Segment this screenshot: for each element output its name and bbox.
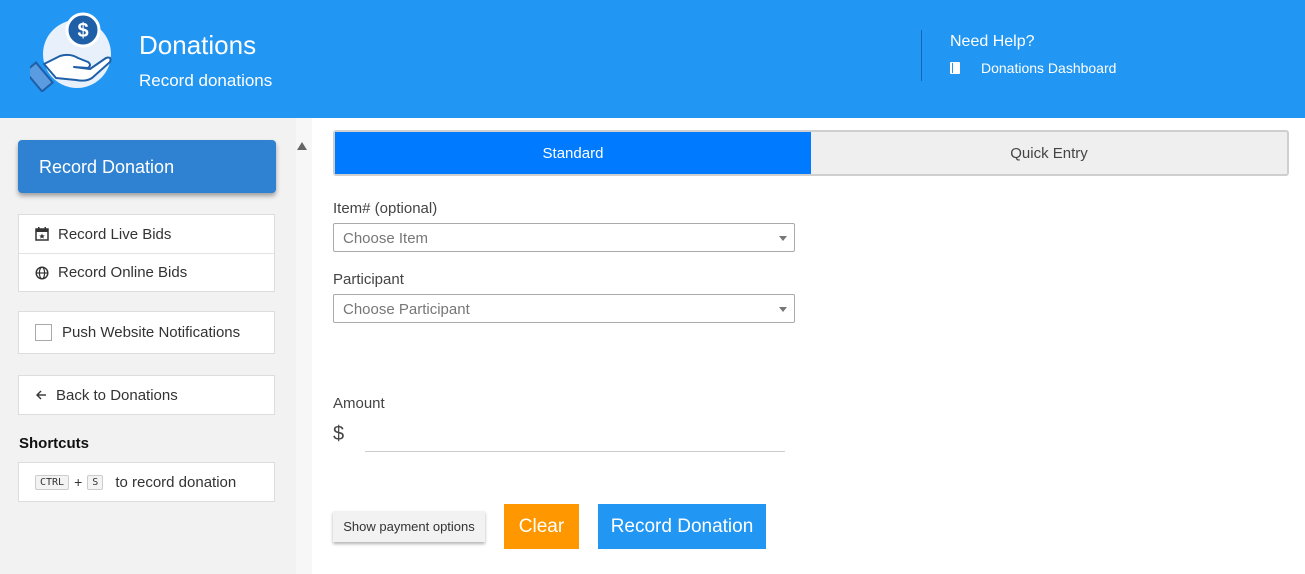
shortcuts-title: Shortcuts xyxy=(19,435,90,452)
participant-label: Participant xyxy=(333,271,404,288)
sidebar-item-label: Record Live Bids xyxy=(58,225,172,243)
donations-dashboard-link[interactable]: Donations Dashboard xyxy=(950,60,1116,76)
shortcut-description: to record donation xyxy=(115,473,237,491)
sidebar-item-label: Record Online Bids xyxy=(58,264,188,281)
tab-standard[interactable]: Standard xyxy=(335,132,811,174)
bid-links-group: Record Live Bids Record Online Bids xyxy=(18,214,275,292)
participant-select[interactable]: Choose Participant xyxy=(333,294,795,323)
amount-label: Amount xyxy=(333,395,385,412)
arrow-left-icon xyxy=(36,390,46,400)
show-payment-options-button[interactable]: Show payment options xyxy=(333,511,485,542)
header-divider xyxy=(921,30,922,81)
sidebar-item-record-online-bids[interactable]: Record Online Bids xyxy=(19,253,274,291)
currency-symbol: $ xyxy=(333,423,345,445)
item-select-placeholder: Choose Item xyxy=(343,230,429,247)
s-key: S xyxy=(87,474,104,490)
sidebar-scrollbar[interactable] xyxy=(296,118,312,574)
globe-icon xyxy=(35,265,49,280)
push-notifications-group: Push Website Notifications xyxy=(18,311,275,354)
scroll-up-arrow-icon[interactable] xyxy=(297,142,307,150)
chevron-down-icon xyxy=(779,307,787,312)
page-title: Donations xyxy=(139,30,257,60)
ctrl-key: CTRL xyxy=(35,474,70,490)
record-donation-nav-button[interactable]: Record Donation xyxy=(18,140,276,193)
tab-quick-entry[interactable]: Quick Entry xyxy=(811,132,1287,174)
shortcut-row: CTRL + S to record donation xyxy=(19,463,274,501)
clear-button[interactable]: Clear xyxy=(504,504,579,549)
book-icon xyxy=(950,62,960,74)
participant-select-placeholder: Choose Participant xyxy=(343,301,470,318)
push-notifications-checkbox[interactable] xyxy=(35,324,52,341)
push-notifications-toggle[interactable]: Push Website Notifications xyxy=(19,312,274,353)
amount-input[interactable] xyxy=(365,420,785,452)
help-title: Need Help? xyxy=(950,33,1035,50)
plus-sign: + xyxy=(74,474,83,490)
back-link-label: Back to Donations xyxy=(56,386,178,404)
push-notifications-label: Push Website Notifications xyxy=(62,324,241,341)
item-label: Item# (optional) xyxy=(333,200,438,217)
back-to-donations-link[interactable]: Back to Donations xyxy=(19,376,274,414)
entry-mode-tabs: Standard Quick Entry xyxy=(333,130,1289,176)
page-header: $ Donations Record donations Need Help? … xyxy=(0,0,1305,118)
page-subtitle: Record donations xyxy=(139,71,273,90)
shortcut-hint: CTRL + S to record donation xyxy=(18,462,275,502)
calendar-star-icon xyxy=(35,227,49,241)
help-link-label: Donations Dashboard xyxy=(981,60,1117,76)
back-link-group: Back to Donations xyxy=(18,375,275,415)
item-select[interactable]: Choose Item xyxy=(333,223,795,252)
chevron-down-icon xyxy=(779,236,787,241)
donation-hand-icon: $ xyxy=(30,12,112,92)
record-donation-button[interactable]: Record Donation xyxy=(598,504,766,549)
svg-text:$: $ xyxy=(77,20,88,42)
sidebar-item-record-live-bids[interactable]: Record Live Bids xyxy=(19,215,274,253)
